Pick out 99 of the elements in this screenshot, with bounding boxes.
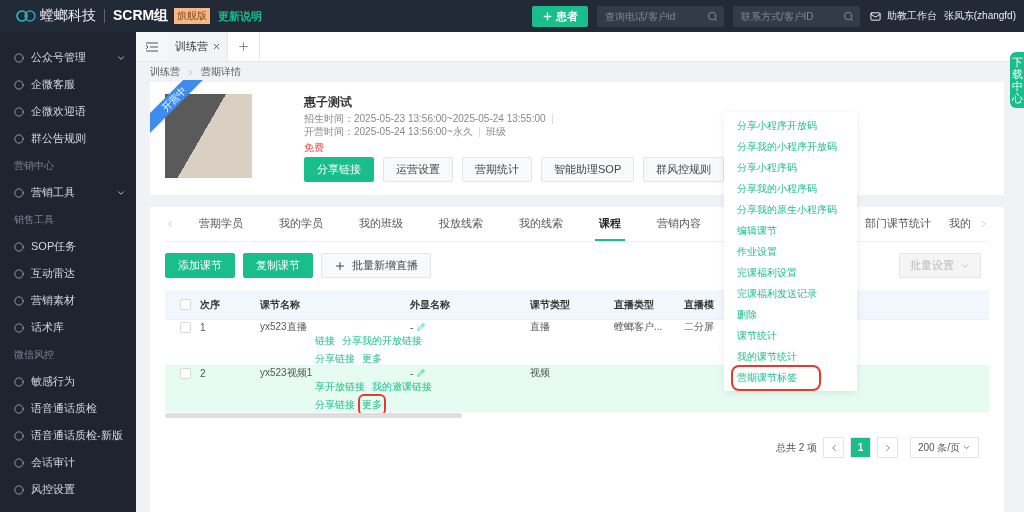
total-count: 总共 2 项 <box>775 440 817 455</box>
sidebar-item[interactable]: SOP任务 <box>0 233 136 260</box>
menu-section-title: 微信风控 <box>13 347 55 362</box>
plus-icon <box>541 10 553 22</box>
horizontal-scrollbar[interactable] <box>165 413 462 418</box>
table-cell: 螳螂客户... <box>614 320 663 334</box>
menu-item-icon <box>14 484 24 495</box>
menu-item-icon <box>14 187 24 198</box>
camp-action-button[interactable]: 运营设置 <box>383 157 453 182</box>
table-cell: yx523直播 <box>260 320 307 334</box>
detail-tab[interactable]: 我的线索 <box>515 207 567 241</box>
menu-item-icon <box>14 403 24 414</box>
column-header: 外显名称 <box>410 297 451 312</box>
breadcrumb-separator-icon <box>186 67 195 77</box>
menu-item-icon <box>14 376 24 387</box>
table-cell: 1 <box>200 321 206 333</box>
table-cell: 直播 <box>530 320 550 334</box>
menu-section-title: 销售工具 <box>13 212 55 227</box>
page-size-select[interactable]: 200 条/页 <box>910 437 979 458</box>
menu-item-icon <box>14 430 24 441</box>
camp-action-button[interactable]: 群风控规则 <box>643 157 725 182</box>
page-tab[interactable]: 训练营 <box>168 32 228 61</box>
row-checkbox[interactable] <box>180 367 191 379</box>
edit-icon[interactable] <box>417 323 426 331</box>
price-label: 免费 <box>304 141 324 155</box>
chevron-down-icon <box>962 443 972 452</box>
menu-item-icon <box>14 133 24 144</box>
camp-info-text: 班级 <box>485 125 506 138</box>
select-all-checkbox[interactable] <box>180 299 191 310</box>
release-notes-link[interactable]: 更新说明 <box>218 8 263 24</box>
column-header: 直播模 <box>684 297 715 312</box>
next-page-button[interactable] <box>877 437 898 458</box>
sidebar-item[interactable]: 互动雷达 <box>0 260 136 287</box>
sidebar-item[interactable]: 公众号管理 <box>0 44 136 71</box>
detail-tab[interactable]: 我的学员 <box>275 207 327 241</box>
brand-name: 螳螂科技 <box>40 7 96 25</box>
sidebar-item[interactable]: 语音通话质检 <box>0 395 136 422</box>
edit-icon[interactable] <box>417 369 426 377</box>
sidebar-item[interactable]: 营销素材 <box>0 287 136 314</box>
column-header: 课节名称 <box>260 297 301 312</box>
prev-page-button[interactable] <box>823 437 844 458</box>
sidebar-item[interactable]: 营销工具 <box>0 179 136 206</box>
camp-info-text: 开营时间：2025-05-24 13:56:00~永久 <box>304 125 473 138</box>
detail-tab[interactable]: 营期学员 <box>195 207 247 241</box>
row-checkbox[interactable] <box>180 321 191 333</box>
menu-item-icon <box>14 79 24 90</box>
table-cell: 2 <box>200 367 206 379</box>
breadcrumb-item: 营期详情 <box>201 65 241 79</box>
detail-tab[interactable]: 我的 <box>945 207 975 241</box>
workbench-link[interactable]: 助教工作台 <box>886 9 937 23</box>
camp-info-text: 招生时间：2025-05-23 13:56:00~2025-05-24 13:55:00 <box>304 112 546 125</box>
search-field[interactable]: 联系方式/客户ID <box>732 5 860 27</box>
camp-action-button[interactable]: 智能助理SOP <box>541 157 635 182</box>
tabs-prev-icon[interactable] <box>165 219 175 229</box>
search-icon <box>842 10 854 22</box>
search-field[interactable]: 查询电话/客户id <box>596 5 724 27</box>
sidebar-item[interactable]: 群公告规则 <box>0 125 136 152</box>
detail-tab[interactable]: 部门课节统计 <box>861 207 935 241</box>
detail-tab[interactable]: 课程 <box>595 207 625 241</box>
toolbar-button[interactable]: 批量新增直播 <box>321 253 431 278</box>
column-header: 直播类型 <box>614 297 655 312</box>
sidebar-item[interactable]: 敏感行为 <box>0 368 136 395</box>
product-name: SCRM组 <box>113 7 169 25</box>
user-name[interactable]: 张凤东(zhangfd) <box>943 9 1016 23</box>
tabs-next-icon[interactable] <box>979 219 989 229</box>
camp-action-button[interactable]: 营期统计 <box>462 157 532 182</box>
table-cell: - <box>410 321 414 333</box>
menu-item-icon <box>14 268 24 279</box>
menu-item-icon <box>14 106 24 117</box>
close-icon[interactable] <box>211 42 221 51</box>
menu-item-icon <box>14 241 24 252</box>
table-cell: 视频 <box>530 366 550 380</box>
table-cell: yx523视频1 <box>260 366 313 380</box>
edition-badge: 旗舰版 <box>174 8 211 24</box>
search-icon <box>706 10 718 22</box>
menu-item-icon <box>14 457 24 468</box>
sidebar-item[interactable]: 风控设置 <box>0 476 136 503</box>
menu-item-icon <box>14 52 24 63</box>
column-header: 次序 <box>200 297 221 312</box>
camp-title: 惠子测试 <box>304 94 353 111</box>
menu-fold-icon[interactable] <box>136 32 168 61</box>
plus-icon <box>334 259 346 272</box>
table-cell: - <box>410 367 414 379</box>
menu-item-icon <box>14 322 24 333</box>
table-cell: 二分屏 <box>684 320 714 334</box>
detail-tab[interactable]: 营销内容 <box>653 207 705 241</box>
sidebar-item[interactable]: 企微欢迎语 <box>0 98 136 125</box>
mail-icon[interactable] <box>869 10 881 22</box>
sidebar-item[interactable]: 话术库 <box>0 314 136 341</box>
column-header: 课节类型 <box>530 297 571 312</box>
breadcrumb-item[interactable]: 训练营 <box>150 65 180 79</box>
detail-tab[interactable]: 我的班级 <box>355 207 407 241</box>
sidebar-item[interactable]: 语音通话质检-新版 <box>0 422 136 449</box>
detail-tab[interactable]: 投放线索 <box>435 207 487 241</box>
menu-section-title: 营销中心 <box>13 158 55 173</box>
sidebar-item[interactable]: 企微客服 <box>0 71 136 98</box>
menu-item-icon <box>14 295 24 306</box>
sidebar-item[interactable]: 会话审计 <box>0 449 136 476</box>
logo-icon <box>16 10 36 22</box>
